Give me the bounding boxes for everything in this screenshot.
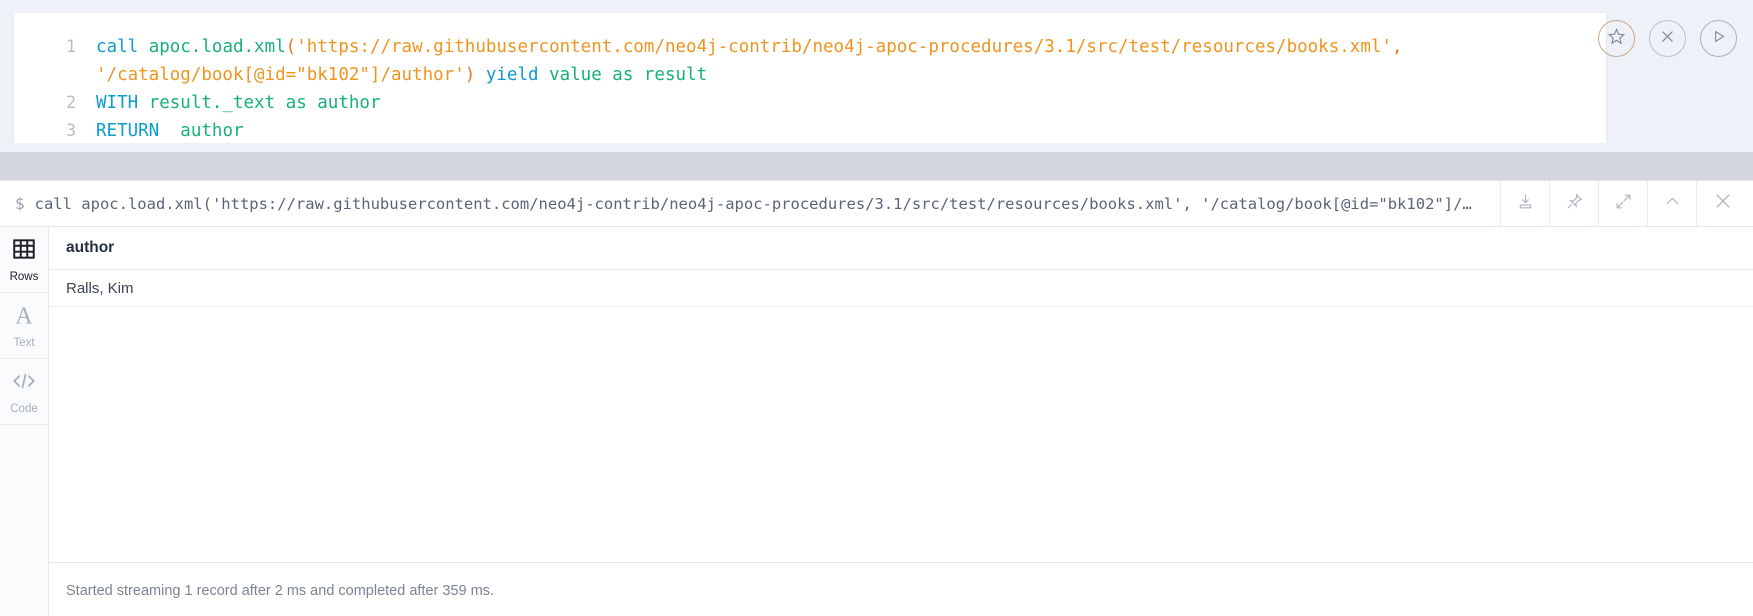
line-number: 2 [66,93,76,112]
cypher-code[interactable]: 1 call apoc.load.xml('https://raw.githubu… [14,13,1606,145]
chevron-up-icon [1663,192,1682,216]
clear-button[interactable] [1649,20,1686,57]
table-icon [11,236,37,267]
results-table: author Ralls, Kim [49,227,1753,562]
frame-toolbar [1500,181,1753,226]
frame-query-text[interactable]: call apoc.load.xml('https://raw.githubus… [35,195,1500,213]
code-token: WITH [96,93,149,113]
star-icon [1607,27,1626,51]
frame-separator-band [0,152,1753,180]
code-token: '/catalog/book[@id="bk102"]/author' [96,65,465,85]
code-token: RETURN [96,121,170,141]
download-icon [1516,192,1535,216]
view-tab-label: Rows [9,271,39,283]
code-token: author [169,121,244,141]
view-tab-label: Code [10,403,38,415]
status-bar: Started streaming 1 record after 2 ms an… [49,562,1753,616]
fullscreen-button[interactable] [1598,181,1647,226]
run-button[interactable] [1700,20,1737,57]
close-frame-button[interactable] [1696,181,1753,226]
view-tab-rows[interactable]: Rows [0,227,48,293]
text-icon: A [11,302,37,333]
code-line: '/catalog/book[@id="bk102"]/author') yie… [14,61,1606,89]
column-header: author [66,239,115,256]
table-cell: Ralls, Kim [66,279,134,297]
result-frame: $ call apoc.load.xml('https://raw.github… [0,180,1753,616]
prompt-sigil: $ [15,194,25,213]
table-header-row: author [49,227,1753,270]
view-tab-code[interactable]: Code [0,359,48,425]
code-token: result._text as author [148,93,381,113]
play-icon [1710,28,1727,50]
code-token: ( [285,37,297,57]
svg-text:A: A [15,304,33,328]
line-number: 1 [66,37,76,56]
code-token: ) [464,65,476,85]
close-icon [1713,191,1733,216]
frame-body: Rows A Text Code author Ralls, Kim Started … [0,227,1753,616]
code-line: 3 RETURN author [14,117,1606,145]
frame-header: $ call apoc.load.xml('https://raw.github… [0,181,1753,227]
code-line: 2 WITH result._text as author [14,89,1606,117]
download-button[interactable] [1500,181,1549,226]
code-token: yield [475,65,539,85]
query-editor-region: 1 call apoc.load.xml('https://raw.githubu… [0,0,1606,163]
close-circle-icon [1659,28,1676,50]
code-token: call [96,37,149,57]
result-pane: author Ralls, Kim Started streaming 1 re… [49,227,1753,616]
code-line: 1 call apoc.load.xml('https://raw.githubu… [14,33,1606,61]
pin-button[interactable] [1549,181,1598,226]
expand-icon [1614,192,1633,216]
view-tab-text[interactable]: A Text [0,293,48,359]
table-body: Ralls, Kim [49,270,1753,307]
favorite-button[interactable] [1598,20,1635,57]
query-editor-card[interactable]: 1 call apoc.load.xml('https://raw.githubu… [14,13,1606,154]
table-row: Ralls, Kim [49,270,1753,307]
code-token: value as result [538,65,708,85]
code-token: , [1391,37,1403,57]
pin-icon [1565,192,1584,216]
view-tab-label: Text [13,337,35,349]
line-number: 3 [66,121,76,140]
code-token: 'https://raw.githubusercontent.com/neo4j… [296,37,1392,57]
editor-action-buttons [1598,20,1737,57]
view-mode-rail: Rows A Text Code [0,227,49,616]
collapse-button[interactable] [1647,181,1696,226]
code-token: apoc.load.xml [148,37,286,57]
code-icon [11,368,37,399]
neo4j-browser-window: 1 call apoc.load.xml('https://raw.githubu… [0,0,1753,616]
